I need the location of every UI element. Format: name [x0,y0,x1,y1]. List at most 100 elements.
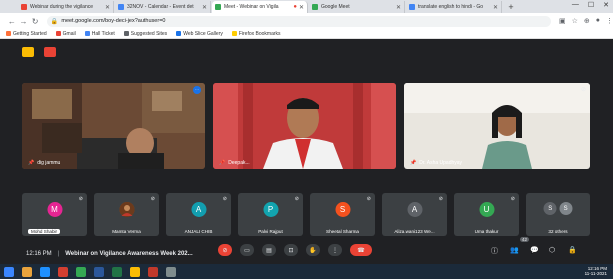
browser-tab[interactable]: translate english to hindi - Go ✕ [406,1,502,13]
mic-toggle-button[interactable]: ⊘ [218,244,232,256]
camera-icon: ▭ [244,247,250,254]
participant-thumbnail[interactable]: ⊘ A Aliza.wani123 We... [382,193,447,236]
bookmark-item[interactable]: Gmail [55,31,76,37]
captions-button[interactable]: ▤ [262,244,276,256]
avatar: S [335,202,350,217]
meet-icon [215,4,221,10]
hand-raise-indicator-icon[interactable] [22,47,34,57]
avatar [119,202,134,217]
close-icon[interactable]: ✕ [299,4,304,11]
minimize-icon[interactable]: — [572,1,579,9]
close-icon[interactable]: ✕ [396,4,401,11]
new-tab-button[interactable]: + [506,2,516,13]
participant-tile[interactable]: ⋯ 📌 dig jammu [22,83,205,169]
participant-thumbnail[interactable]: ⊘ S Sheetal Sharma [310,193,375,236]
participant-name: ANJALI CHIB [184,229,213,234]
bookmark-item[interactable]: Suggested Sites [123,30,168,37]
app-icon[interactable] [166,266,176,277]
browser-toolbar: ← → ↻ 🔒 meet.google.com/boy-deci-jex?aut… [0,13,613,29]
close-window-icon[interactable]: ✕ [603,1,609,9]
pin-icon: 📌 [28,160,35,166]
bookmark-item[interactable]: Web Slice Gallery [176,31,223,37]
calendar-icon [118,4,124,10]
bookmark-label: Suggested Sites [130,30,168,37]
browser-tab-active[interactable]: Meet - Webinar on Vigila ● ✕ [212,1,308,13]
close-icon[interactable]: ✕ [202,4,207,11]
address-bar[interactable]: 🔒 meet.google.com/boy-deci-jex?authuser=… [46,15,551,27]
close-icon[interactable]: ✕ [105,4,110,11]
bookmark-item[interactable]: Firefox Bookmarks [231,31,281,37]
menu-icon[interactable]: ⋮ [606,17,613,25]
participant-thumbnail[interactable]: ⊘ M Mohd Shabir [22,193,87,236]
browser-tab[interactable]: Google Meet ✕ [309,1,405,13]
browser-tab[interactable]: 32NOV - Calendar - Event det ✕ [115,1,211,13]
file-explorer-icon[interactable] [22,266,32,277]
hand-icon: ✋ [309,247,317,254]
mic-off-icon: ⊘ [150,196,155,202]
participant-thumbnail[interactable]: ⊘ A ANJALI CHIB [166,193,231,236]
star-icon[interactable]: ☆ [572,17,578,25]
folder-icon [231,31,237,36]
leave-call-button[interactable]: ☎ [350,244,372,256]
activities-icon[interactable]: ⬡ [549,246,555,254]
present-icon: ⊡ [288,247,294,254]
profile-icon[interactable]: ● [596,17,600,25]
camera-icon[interactable]: ▣ [559,17,566,25]
ie-icon[interactable] [40,266,50,277]
tab-favicon-icon [21,4,27,10]
participant-thumbnail[interactable]: ⊘ P Palvi Rajput [238,193,303,236]
info-icon[interactable]: ⓘ [491,246,498,256]
word-icon[interactable] [94,266,104,277]
participant-tile[interactable]: 📌 Deepak... [213,83,396,169]
video-feed [22,83,205,169]
acrobat-icon[interactable] [148,266,158,277]
meet-icon [312,4,318,10]
back-icon[interactable]: ← [6,17,18,26]
forward-icon[interactable]: → [18,17,30,26]
bookmark-label: Hall Ticket [91,30,115,37]
mic-off-icon: ⊘ [222,196,227,202]
camera-toggle-button[interactable]: ▭ [240,244,254,256]
media-icon[interactable] [58,266,68,277]
extensions-icon[interactable]: ⊕ [584,17,590,25]
people-icon[interactable]: 👥 [510,246,519,254]
more-options-button[interactable]: ⋮ [328,244,342,256]
sticky-notes-icon[interactable] [130,266,140,277]
window-controls: — ☐ ✕ [572,1,609,9]
participant-name: 📌 Dr. Asha Upadhyay [410,160,462,166]
chrome-icon[interactable] [76,266,86,277]
avatar: S [559,202,573,215]
participant-tile[interactable]: ⊘ 📌 Dr. Asha Upadhyay [404,83,590,169]
recording-icon[interactable] [44,47,56,57]
ie-icon [176,31,182,36]
tab-label: translate english to hindi - Go [418,4,484,10]
host-controls-icon[interactable]: 🔒 [568,246,577,254]
participant-name: Uma thakur [474,229,499,234]
firefox-icon [6,31,11,36]
close-icon[interactable]: ✕ [493,4,498,11]
participant-thumbnail[interactable]: ⊘ U Uma thakur [454,193,519,236]
bookmark-label: Web Slice Gallery [183,30,223,37]
browser-tab[interactable]: Webinar during the vigilance ✕ [18,1,114,13]
page-icon [84,31,90,36]
participant-name: 📌 Deepak... [219,160,250,166]
others-thumbnail[interactable]: S S 32 others [526,193,590,236]
excel-icon[interactable] [112,266,122,277]
participant-name: Sheetal Sharma [326,229,359,234]
participant-thumbnail[interactable]: ⊘ Mamta Verma [94,193,159,236]
bookmark-label: Getting Started [13,30,47,37]
google-icon [409,4,415,10]
participant-name: Palvi Rajput [258,229,283,234]
bookmark-item[interactable]: Getting Started [6,31,47,37]
maximize-icon[interactable]: ☐ [588,1,594,9]
mic-off-icon: ⊘ [510,196,515,202]
raise-hand-button[interactable]: ✋ [306,244,320,256]
chat-icon[interactable]: 💬 [530,246,539,254]
bookmark-item[interactable]: Hall Ticket [84,30,115,37]
reload-icon[interactable]: ↻ [29,17,41,26]
start-icon[interactable] [4,266,14,277]
more-options-icon[interactable]: ⋯ [193,86,201,94]
present-button[interactable]: ⊡ [284,244,298,256]
system-clock[interactable]: 12:16 PM 11-11-2021 [585,266,607,276]
mic-off-icon: ⊘ [294,196,299,202]
